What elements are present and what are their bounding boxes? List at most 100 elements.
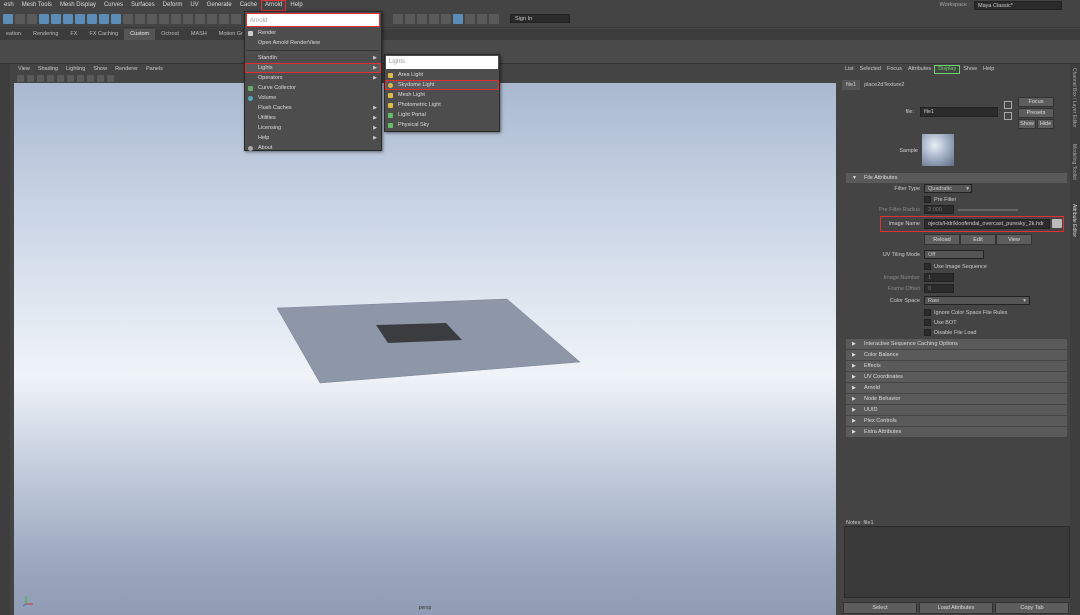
- uv-tiling-dropdown[interactable]: Off: [924, 250, 984, 259]
- snap-curve-icon[interactable]: [87, 14, 97, 24]
- shelf-tab-fx[interactable]: FX: [64, 29, 83, 40]
- pre-filter-checkbox[interactable]: [924, 196, 931, 203]
- menu-mesh[interactable]: esh: [0, 0, 18, 11]
- viewport-menu-lighting[interactable]: Lighting: [62, 65, 89, 74]
- construction-icon[interactable]: [159, 14, 169, 24]
- arnold-curve-collector-item[interactable]: Curve Collector: [245, 83, 381, 93]
- menu-arnold[interactable]: Arnold: [261, 0, 287, 11]
- presets-button[interactable]: Presets: [1018, 108, 1054, 118]
- side-tab-modeling-toolkit[interactable]: Modeling Toolkit: [1071, 144, 1077, 180]
- arnold-volume-item[interactable]: Volume: [245, 93, 381, 103]
- menu-mesh-display[interactable]: Mesh Display: [56, 0, 100, 11]
- section-uuid[interactable]: ▶ UUID: [846, 405, 1067, 415]
- move-tool-icon[interactable]: [39, 14, 49, 24]
- folder-icon[interactable]: [1052, 219, 1062, 228]
- frame-offset-field[interactable]: 0: [924, 284, 954, 293]
- sample-swatch[interactable]: [922, 134, 954, 166]
- magnet6-icon[interactable]: [219, 14, 229, 24]
- camera-attr-icon[interactable]: [27, 75, 34, 82]
- select-button[interactable]: Select: [843, 601, 917, 614]
- magnet2-icon[interactable]: [171, 14, 181, 24]
- camera-icon[interactable]: [17, 75, 24, 82]
- image-name-field[interactable]: ojects/Hdr/kloofendal_overcast_puresky_2…: [924, 219, 1050, 229]
- ae-menu-show[interactable]: Show: [960, 64, 980, 74]
- use-bot-checkbox[interactable]: [924, 319, 931, 326]
- side-tab-channel-box[interactable]: Channel Box / Layer Editor: [1071, 68, 1077, 128]
- tab-place2dtexture2[interactable]: place2dTexture2: [860, 80, 908, 90]
- ae-menu-focus[interactable]: Focus: [884, 64, 905, 74]
- filter-type-dropdown[interactable]: Quadratic ▾: [924, 184, 972, 193]
- render-frame-icon[interactable]: [393, 14, 403, 24]
- menu-generate[interactable]: Generate: [203, 0, 236, 11]
- ae-menu-help[interactable]: Help: [980, 64, 997, 74]
- show-button[interactable]: Show: [1018, 119, 1036, 129]
- section-node-behavior[interactable]: ▶ Node Behavior: [846, 394, 1067, 404]
- menu-surfaces[interactable]: Surfaces: [127, 0, 159, 11]
- viewport-menu-shading[interactable]: Shading: [34, 65, 62, 74]
- shelf-tab-fx-caching[interactable]: FX Caching: [83, 29, 124, 40]
- textured-icon[interactable]: [77, 75, 84, 82]
- arnold-ipr-icon[interactable]: [453, 14, 463, 24]
- reload-button[interactable]: Reload: [924, 234, 960, 245]
- shelf-tab-custom[interactable]: Custom: [124, 29, 156, 40]
- light-portal-item[interactable]: Light Portal: [385, 110, 499, 120]
- section-color-balance[interactable]: ▶ Color Balance: [846, 350, 1067, 360]
- ao-icon[interactable]: [107, 75, 114, 82]
- shelf-tab-creation[interactable]: eation: [0, 29, 27, 40]
- arnold-render-icon[interactable]: [441, 14, 451, 24]
- tab-file1[interactable]: file1: [842, 80, 861, 90]
- snap-grid-icon[interactable]: [75, 14, 85, 24]
- history-icon[interactable]: [147, 14, 157, 24]
- shelf-tab-rendering[interactable]: Rendering: [27, 29, 64, 40]
- section-effects[interactable]: ▶ Effects: [846, 361, 1067, 371]
- magnet7-icon[interactable]: [231, 14, 241, 24]
- focus-button[interactable]: Focus: [1018, 97, 1054, 107]
- color-space-dropdown[interactable]: Raw ▾: [924, 296, 1030, 305]
- section-plex-controls[interactable]: ▶ Plex Controls: [846, 416, 1067, 426]
- use-image-sequence-checkbox[interactable]: [924, 263, 931, 270]
- shadows-icon[interactable]: [97, 75, 104, 82]
- mesh-light-item[interactable]: Mesh Light: [385, 90, 499, 100]
- output-connection-icon[interactable]: [1004, 112, 1012, 120]
- section-uv-coordinates[interactable]: ▶ UV Coordinates: [846, 372, 1067, 382]
- shelf-tab-octrost[interactable]: Octrost: [155, 29, 185, 40]
- select-tool-icon[interactable]: [3, 14, 13, 24]
- section-arnold[interactable]: ▶ Arnold: [846, 383, 1067, 393]
- bookmark-icon[interactable]: [37, 75, 44, 82]
- rotate-tool-icon[interactable]: [51, 14, 61, 24]
- arnold-help-item[interactable]: Help ▶: [245, 133, 381, 143]
- menu-mesh-tools[interactable]: Mesh Tools: [18, 0, 56, 11]
- play-icon[interactable]: [465, 14, 475, 24]
- arnold-operators-item[interactable]: Operators ▶: [245, 73, 381, 83]
- ae-menu-selected[interactable]: Selected: [857, 64, 884, 74]
- hypershade-icon[interactable]: [429, 14, 439, 24]
- snap-surface-icon[interactable]: [123, 14, 133, 24]
- scale-tool-icon[interactable]: [63, 14, 73, 24]
- stop-icon[interactable]: [489, 14, 499, 24]
- section-extra-attributes[interactable]: ▶ Extra Attributes: [846, 427, 1067, 437]
- ae-menu-display[interactable]: Display: [934, 65, 961, 74]
- section-sequence-caching[interactable]: ▶ Interactive Sequence Caching Options: [846, 339, 1067, 349]
- wireframe-icon[interactable]: [57, 75, 64, 82]
- snap-view-icon[interactable]: [111, 14, 121, 24]
- magnet3-icon[interactable]: [183, 14, 193, 24]
- edit-button[interactable]: Edit: [960, 234, 996, 245]
- physical-sky-item[interactable]: Physical Sky: [385, 120, 499, 130]
- viewport-menu-show[interactable]: Show: [89, 65, 111, 74]
- skydome-light-item[interactable]: Skydome Light: [385, 80, 499, 90]
- viewport-menu-view[interactable]: View: [14, 65, 34, 74]
- notes-textarea[interactable]: [844, 526, 1070, 598]
- file-name-field[interactable]: file1: [920, 107, 998, 117]
- paint-tool-icon[interactable]: [27, 14, 37, 24]
- view-button[interactable]: View: [996, 234, 1032, 245]
- viewport-menu-panels[interactable]: Panels: [142, 65, 167, 74]
- input-connection-icon[interactable]: [1004, 101, 1012, 109]
- menu-curves[interactable]: Curves: [100, 0, 127, 11]
- arnold-lights-item[interactable]: Lights ▶: [245, 63, 381, 73]
- arnold-licensing-item[interactable]: Licensing ▶: [245, 123, 381, 133]
- shelf-tab-mash[interactable]: MASH: [185, 29, 213, 40]
- pause-icon[interactable]: [477, 14, 487, 24]
- hide-button[interactable]: Hide: [1037, 119, 1054, 129]
- lasso-tool-icon[interactable]: [15, 14, 25, 24]
- photometric-light-item[interactable]: Photometric Light: [385, 100, 499, 110]
